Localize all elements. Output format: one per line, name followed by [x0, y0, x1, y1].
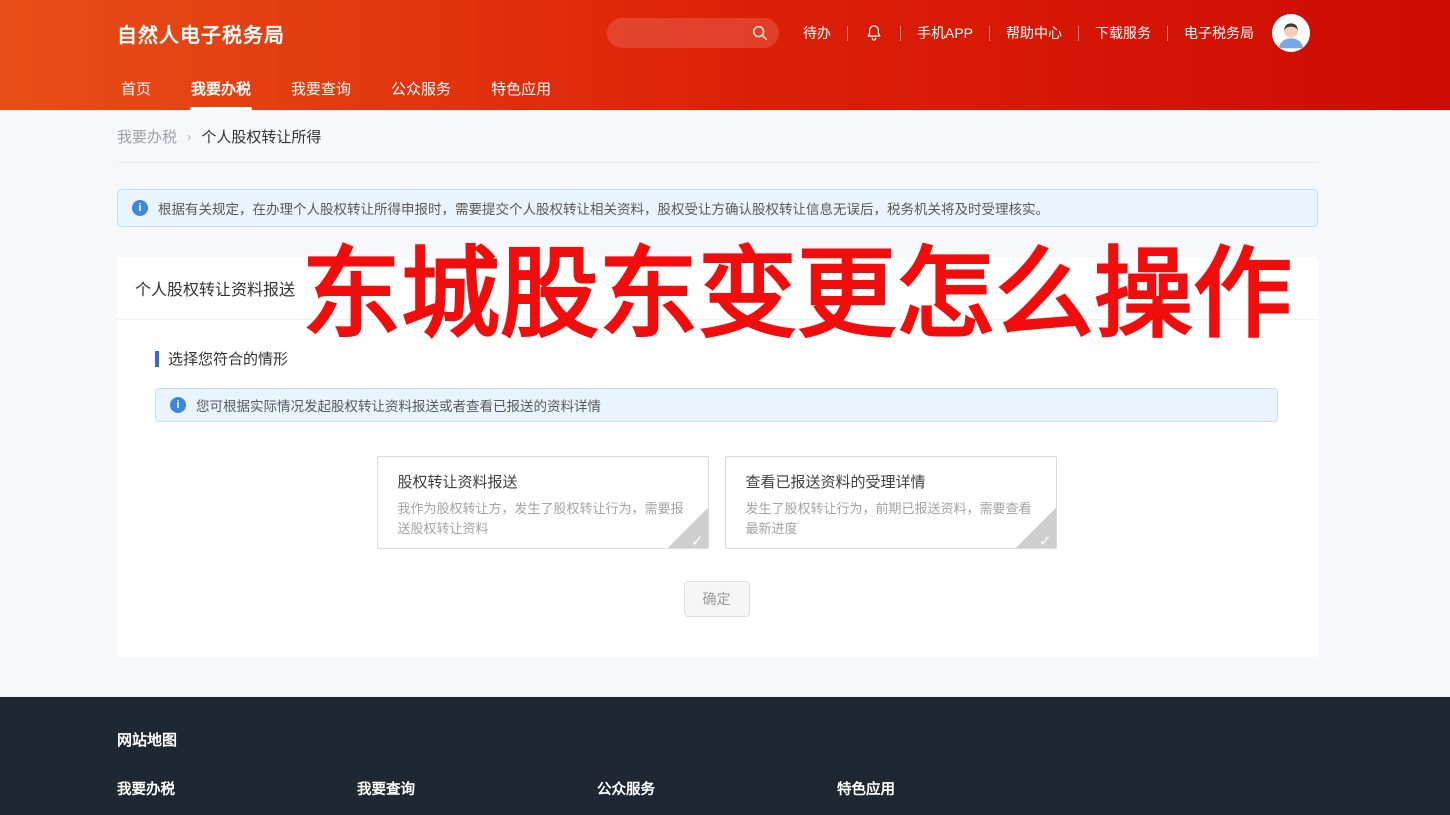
- notification-bell-icon[interactable]: [864, 23, 884, 43]
- divider: [1167, 25, 1168, 41]
- card-view-submitted-status[interactable]: 查看已报送资料的受理详情 发生了股权转让行为，前期已报送资料，需要查看最新进度: [724, 456, 1057, 549]
- card-title: 查看已报送资料的受理详情: [745, 474, 926, 491]
- chevron-right-icon: ›: [187, 128, 192, 144]
- etax-bureau-link[interactable]: 电子税务局: [1184, 23, 1254, 43]
- footer-col-public-service: 公众服务 票证查验: [597, 778, 837, 815]
- avatar-image: [1272, 14, 1310, 52]
- inner-notice-text: 您可根据实际情况发起股权转让资料报送或者查看已报送的资料详情: [196, 399, 601, 414]
- search-icon[interactable]: [751, 24, 769, 42]
- footer-col-query: 我要查询 申报信息查询: [357, 778, 597, 815]
- card-description: 发生了股权转让行为，前期已报送资料，需要查看最新进度: [745, 501, 1032, 536]
- divider: [846, 25, 848, 41]
- section-label: 选择您符合的情形: [155, 348, 1278, 369]
- breadcrumb: 我要办税 › 个人股权转让所得: [117, 110, 1318, 163]
- top-notice-text: 根据有关规定，在办理个人股权转让所得申报时，需要提交个人股权转让相关资料，股权受…: [158, 202, 1049, 217]
- user-avatar[interactable]: [1272, 14, 1310, 52]
- header-top-row: 自然人电子税务局 待办 手机APP 帮助中心 下载服务 电子税务局: [0, 0, 1450, 66]
- footer-col-featured-apps: 特色应用: [837, 778, 1077, 815]
- search-container: [606, 18, 779, 48]
- checkmark-corner-icon: [667, 508, 708, 548]
- page-footer: 网站地图 我要办税 专项附加扣除填报 我要查询 申报信息查询 公众服务 票证查验…: [0, 697, 1450, 815]
- nav-item-tax-handling[interactable]: 我要办税: [187, 66, 255, 110]
- app-header: 自然人电子税务局 待办 手机APP 帮助中心 下载服务 电子税务局 首页 我要办…: [0, 0, 1450, 110]
- panel-title: 个人股权转让资料报送: [117, 257, 1318, 320]
- top-notice-banner: i 根据有关规定，在办理个人股权转让所得申报时，需要提交个人股权转让相关资料，股…: [117, 189, 1318, 227]
- footer-col-heading: 我要查询: [357, 782, 415, 798]
- sitemap-heading: 网站地图: [117, 732, 178, 749]
- nav-item-featured-apps[interactable]: 特色应用: [487, 66, 555, 110]
- confirm-button[interactable]: 确定: [683, 581, 750, 617]
- divider: [1078, 25, 1079, 41]
- checkmark-corner-icon: [1015, 508, 1056, 548]
- footer-col-heading: 我要办税: [117, 782, 175, 798]
- section-accent-bar: [155, 350, 159, 367]
- breadcrumb-parent[interactable]: 我要办税: [117, 126, 177, 147]
- mobile-app-link[interactable]: 手机APP: [917, 23, 973, 43]
- main-nav: 首页 我要办税 我要查询 公众服务 特色应用: [0, 66, 1450, 110]
- download-service-link[interactable]: 下载服务: [1095, 23, 1151, 43]
- footer-columns: 我要办税 专项附加扣除填报 我要查询 申报信息查询 公众服务 票证查验 特色应用: [117, 778, 1450, 815]
- option-cards: 股权转让资料报送 我作为股权转让方，发生了股权转让行为，需要报送股权转让资料 查…: [155, 456, 1278, 549]
- divider: [899, 25, 901, 41]
- divider: [989, 25, 990, 41]
- inner-notice-banner: i 您可根据实际情况发起股权转让资料报送或者查看已报送的资料详情: [155, 388, 1278, 422]
- footer-col-heading: 特色应用: [837, 782, 895, 798]
- todo-link[interactable]: 待办: [803, 23, 831, 43]
- footer-col-heading: 公众服务: [597, 782, 655, 798]
- main-panel: 个人股权转让资料报送 选择您符合的情形 i 您可根据实际情况发起股权转让资料报送…: [117, 257, 1318, 657]
- info-icon: i: [132, 200, 148, 216]
- header-menu: 待办 手机APP 帮助中心 下载服务 电子税务局: [803, 23, 1254, 43]
- nav-item-query[interactable]: 我要查询: [287, 66, 355, 110]
- card-submit-transfer-materials[interactable]: 股权转让资料报送 我作为股权转让方，发生了股权转让行为，需要报送股权转让资料: [376, 456, 709, 549]
- help-center-link[interactable]: 帮助中心: [1006, 23, 1062, 43]
- panel-body: 选择您符合的情形 i 您可根据实际情况发起股权转让资料报送或者查看已报送的资料详…: [117, 348, 1318, 657]
- nav-item-home[interactable]: 首页: [117, 66, 155, 110]
- section-label-text: 选择您符合的情形: [168, 351, 289, 368]
- info-icon: i: [170, 397, 186, 413]
- confirm-row: 确定: [155, 581, 1278, 617]
- nav-item-public-service[interactable]: 公众服务: [387, 66, 455, 110]
- brand-title: 自然人电子税务局: [117, 24, 285, 47]
- page-content: 我要办税 › 个人股权转让所得 i 根据有关规定，在办理个人股权转让所得申报时，…: [117, 110, 1318, 657]
- footer-col-tax-handling: 我要办税 专项附加扣除填报: [117, 778, 357, 815]
- breadcrumb-current: 个人股权转让所得: [201, 128, 322, 146]
- card-description: 我作为股权转让方，发生了股权转让行为，需要报送股权转让资料: [397, 501, 684, 536]
- card-title: 股权转让资料报送: [397, 474, 518, 491]
